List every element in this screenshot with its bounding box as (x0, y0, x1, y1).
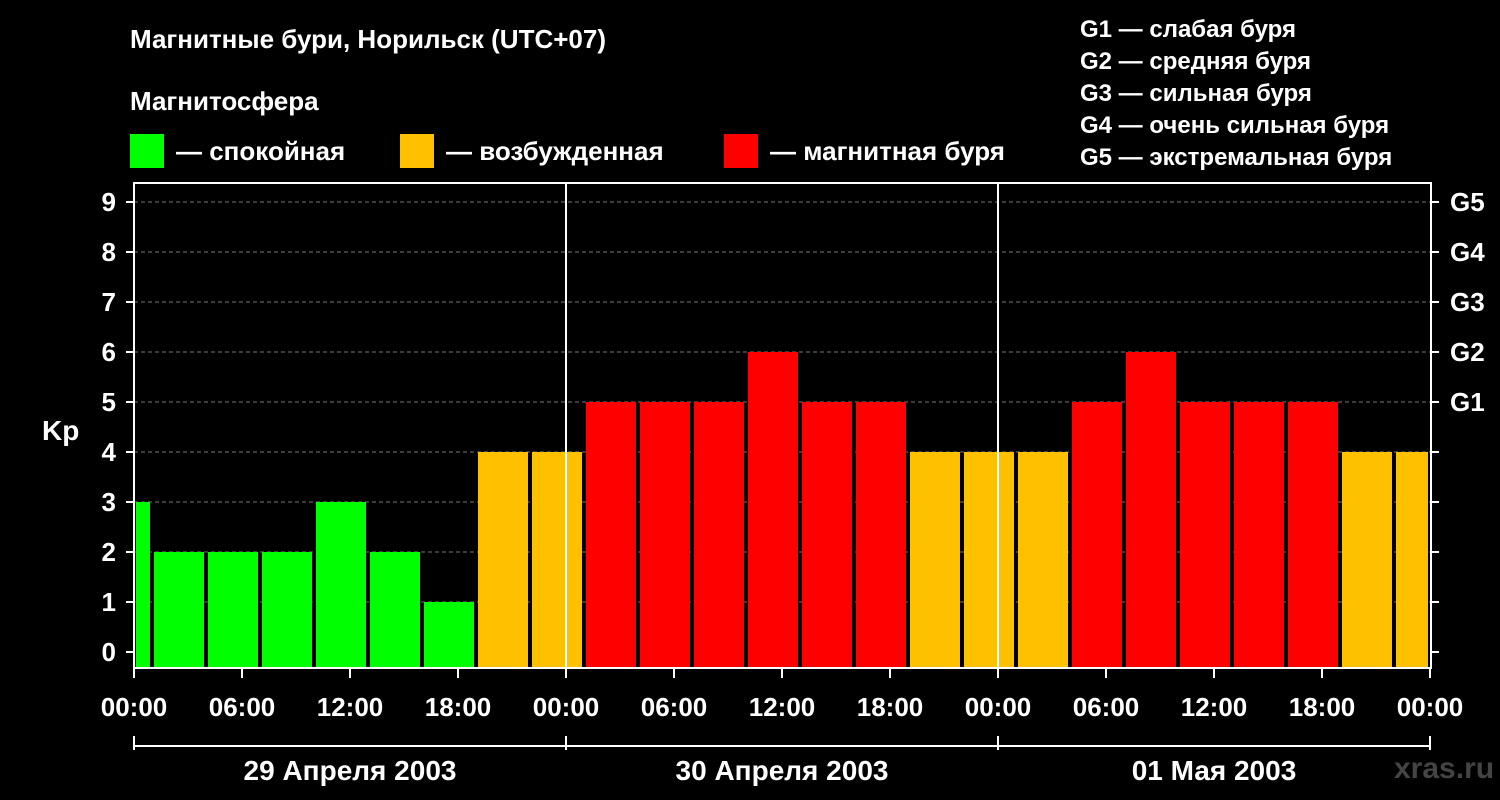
kp-bar (154, 552, 204, 668)
kp-bar (532, 452, 582, 668)
kp-bar (1180, 402, 1230, 668)
x-tick-label: 00:00 (1397, 692, 1464, 722)
g-tick-label: G5 (1450, 187, 1485, 217)
kp-bar (316, 502, 366, 668)
y-axis-label: Kp (42, 415, 79, 446)
kp-bar (1072, 402, 1122, 668)
kp-bar (1342, 452, 1392, 668)
x-tick-label: 06:00 (1073, 692, 1140, 722)
y-tick-label: 3 (102, 487, 116, 517)
y-tick-label: 7 (102, 287, 116, 317)
x-tick-label: 18:00 (1289, 692, 1356, 722)
y-tick-label: 6 (102, 337, 116, 367)
y-tick-label: 8 (102, 237, 116, 267)
kp-bar (370, 552, 420, 668)
x-tick-label: 00:00 (101, 692, 168, 722)
x-tick-label: 18:00 (425, 692, 492, 722)
kp-bar (136, 502, 150, 668)
y-tick-label: 9 (102, 187, 116, 217)
x-tick-label: 12:00 (749, 692, 816, 722)
watermark: xras.ru (1394, 752, 1495, 785)
x-tick-label: 06:00 (209, 692, 276, 722)
x-tick-label: 00:00 (533, 692, 600, 722)
kp-bar (640, 402, 690, 668)
kp-bar (478, 452, 528, 668)
kp-bar (1126, 352, 1176, 668)
kp-bar (1234, 402, 1284, 668)
x-tick-label: 00:00 (965, 692, 1032, 722)
y-tick-label: 4 (102, 437, 117, 467)
day-label: 01 Мая 2003 (1132, 755, 1297, 786)
y-tick-label: 0 (102, 637, 116, 667)
y-tick-label: 5 (102, 387, 116, 417)
x-tick-label: 12:00 (1181, 692, 1248, 722)
y-tick-label: 1 (102, 587, 116, 617)
kp-bar (424, 602, 474, 668)
kp-bar (856, 402, 906, 668)
g-tick-label: G2 (1450, 337, 1485, 367)
kp-bar (1288, 402, 1338, 668)
kp-bar (1018, 452, 1068, 668)
g-tick-label: G4 (1450, 237, 1485, 267)
kp-chart: 0 1 2 3 4 5 6 7 8 9 G1 G2 G3 G4 G5 Kp 00:00 06:00 12:00 18:… (42, 182, 1485, 786)
day-label: 29 Апреля 2003 (244, 755, 457, 786)
x-tick-label: 18:00 (857, 692, 924, 722)
x-tick-label: 06:00 (641, 692, 708, 722)
kp-bar (802, 402, 852, 668)
kp-bar (910, 452, 960, 668)
y-tick-label: 2 (102, 537, 116, 567)
x-tick-label: 12:00 (317, 692, 384, 722)
kp-bar (694, 402, 744, 668)
kp-bar (1396, 452, 1428, 668)
g-tick-label: G1 (1450, 387, 1485, 417)
kp-bar (964, 452, 1014, 668)
kp-bar (208, 552, 258, 668)
kp-bar (586, 402, 636, 668)
kp-bar (748, 352, 798, 668)
day-label: 30 Апреля 2003 (676, 755, 889, 786)
g-tick-label: G3 (1450, 287, 1485, 317)
kp-bar (262, 552, 312, 668)
